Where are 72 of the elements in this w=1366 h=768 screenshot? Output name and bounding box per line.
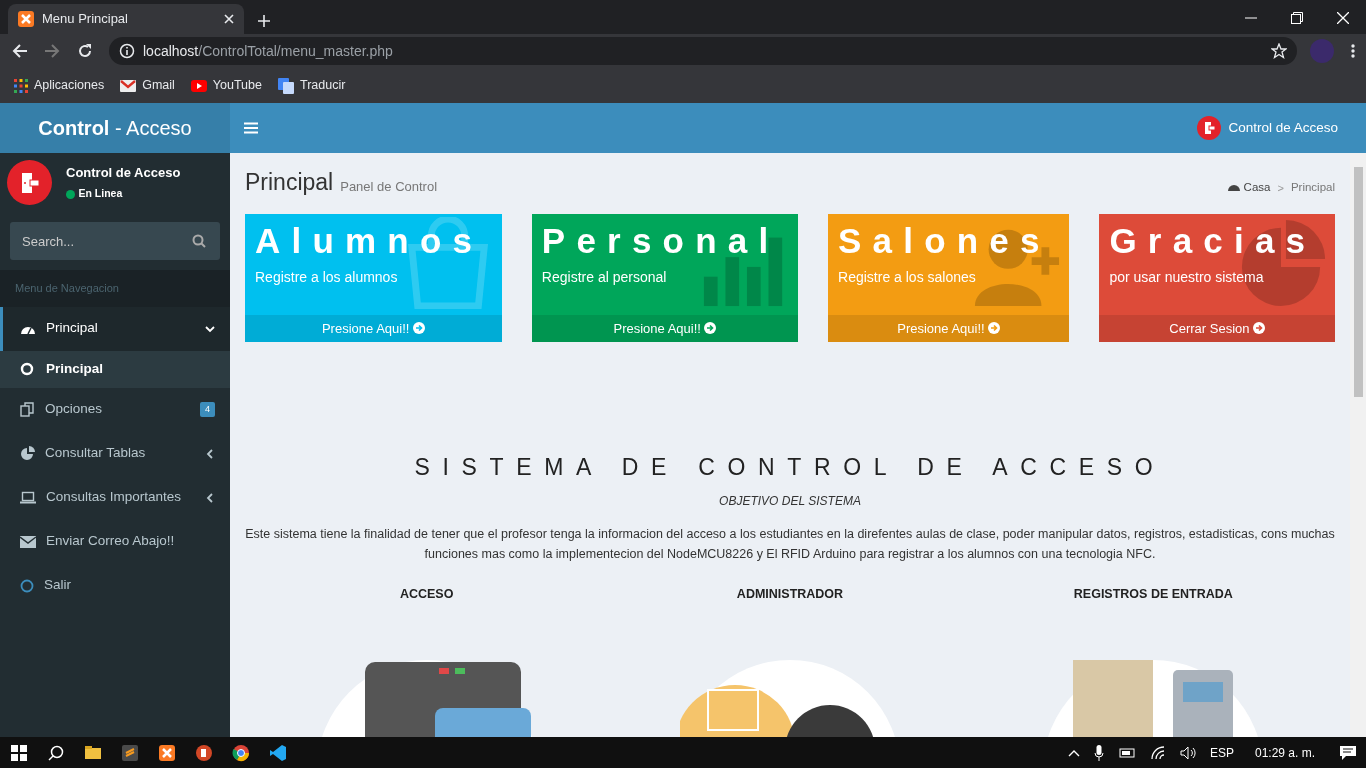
arrow-circle-icon: [1253, 322, 1266, 334]
chevron-up-icon[interactable]: [1067, 748, 1080, 757]
submenu-item[interactable]: Principal: [0, 350, 230, 388]
card-title: Gracias: [1109, 221, 1318, 260]
bookmark-link[interactable]: Gmail: [120, 76, 175, 95]
count-badge: 4: [200, 401, 215, 418]
card-text: Registre a los alumnos: [255, 268, 399, 287]
card-title: Alumnos: [255, 221, 485, 260]
speaker-icon[interactable]: [1179, 745, 1196, 760]
feature-title: REGISTROS DE ENTRADA: [1073, 586, 1233, 603]
url-text: localhost/ControlTotal/menu_master.php: [143, 41, 393, 61]
envelope-icon: [20, 535, 36, 548]
bookmark-link[interactable]: Traducir: [277, 76, 346, 95]
page-title: Principal: [245, 168, 334, 197]
section-heading: SISTEMA DE CONTROL DE ACCESO: [413, 452, 1167, 482]
gauge-icon: [1228, 182, 1241, 193]
card-title: Salones: [838, 221, 1052, 260]
translate-icon: [277, 77, 294, 94]
wifi-icon[interactable]: [1149, 745, 1166, 760]
objective-label: OBJETIVO DEL SISTEMA: [718, 493, 862, 510]
card-text: por usar nuestro sistema: [1109, 268, 1265, 287]
bookmark-link[interactable]: YouTube: [190, 76, 262, 95]
search-field[interactable]: Search...: [10, 222, 220, 260]
user-name: Control de Acceso: [66, 164, 181, 183]
user-menu[interactable]: Control de Acceso: [1197, 116, 1338, 140]
battery-icon[interactable]: [1117, 746, 1136, 759]
card-link[interactable]: Cerrar Sesion: [1099, 314, 1335, 342]
clock-text[interactable]: 01:29 a. m.: [1254, 743, 1315, 762]
bookmark-link[interactable]: Aplicaciones: [14, 76, 105, 95]
laptop-icon: [20, 491, 36, 504]
sidebar-item[interactable]: Principal: [0, 306, 230, 351]
star-icon[interactable]: [1271, 43, 1287, 59]
card-link[interactable]: Presione Aqui!!: [531, 314, 799, 342]
card-title: Personal: [541, 221, 781, 260]
app-logo-icon: [18, 11, 34, 27]
language-indicator[interactable]: ESP: [1209, 743, 1234, 762]
feature-title: ADMINISTRADOR: [736, 586, 844, 603]
online-status-dot: [66, 189, 75, 199]
play-icon: [190, 79, 207, 92]
description-text: Este sistema tiene la finalidad de tener que el profesor tenga la informacion del acceso a los estudiantes en la direfentes aulas de clase, poder manipular datos, registros, estadisticas, cons muchas funciones mas como la implementecion del NodeMCU8226 y El RFID Arduino para registrar a los alumnos con una tecnologia NFC.: [245, 526, 1335, 563]
tab-title: Menu Principal: [42, 10, 129, 29]
sidebar-item[interactable]: Consultar Tablas: [0, 431, 230, 476]
sidebar-item[interactable]: Enviar Correo Abajo!!: [0, 519, 230, 564]
apps-grid-icon: [14, 78, 28, 93]
circle-icon: [20, 578, 34, 593]
pie-chart-icon: [20, 446, 35, 461]
address-bar[interactable]: localhost/ControlTotal/menu_master.php: [109, 37, 1297, 65]
status-text: En Linea: [78, 186, 123, 202]
section-header: Menu de Navegacion: [0, 270, 230, 307]
card-text: Registre al personal: [541, 268, 668, 287]
sidebar-item[interactable]: Consultas Importantes: [0, 475, 230, 520]
info-icon: [119, 43, 135, 59]
ring-icon: [20, 362, 34, 376]
user-avatar: [7, 160, 52, 205]
feature-title: ACCESO: [399, 586, 454, 603]
breadcrumb-separator: >: [1277, 180, 1284, 196]
door-avatar-icon: [1197, 116, 1222, 140]
microphone-icon[interactable]: [1093, 744, 1104, 761]
breadcrumb-link[interactable]: Casa: [1228, 178, 1271, 196]
sidebar-item[interactable]: Opciones 4: [0, 387, 230, 432]
scrollbar[interactable]: [1350, 153, 1366, 737]
site-logo[interactable]: Control - Acceso: [0, 103, 230, 153]
arrow-circle-icon: [704, 322, 717, 334]
sidebar-item[interactable]: Salir: [0, 563, 230, 608]
breadcrumb-current: Principal: [1290, 179, 1335, 195]
browser-tab[interactable]: Menu Principal: [8, 4, 244, 34]
arrow-circle-icon: [412, 322, 425, 334]
copy-icon: [20, 402, 35, 417]
mail-icon: [120, 79, 137, 92]
arrow-circle-icon: [988, 322, 1001, 334]
page-subtitle: Panel de Control: [340, 177, 438, 196]
card-text: Registre a los salones: [838, 268, 977, 287]
